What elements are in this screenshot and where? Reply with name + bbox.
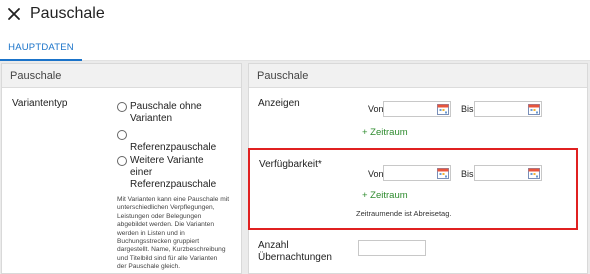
radio-button[interactable] <box>117 156 127 166</box>
anzeigen-bis-label: Bis <box>461 104 474 114</box>
radio-option-further-variant[interactable]: Weitere Variante <box>117 155 204 167</box>
help-line: der Pauschale gleich. <box>117 263 181 271</box>
tab-bar: HAUPTDATEN <box>0 34 590 61</box>
radio-label-continued: Referenzpauschale <box>130 179 217 190</box>
help-line: Mit Varianten kann eine Pauschale mit <box>117 196 230 203</box>
close-button[interactable] <box>6 6 22 22</box>
help-line: werden in Listen und in <box>117 229 185 237</box>
help-line: und Titelbild sind für alle Varianten <box>117 254 218 262</box>
help-line: Leistungen oder Belegungen <box>117 212 202 220</box>
nights-label-continued: Übernachtungen <box>258 252 332 263</box>
nights-label: Anzahl <box>258 240 289 251</box>
radio-label: Pauschale ohne <box>130 101 202 112</box>
left-panel-header: Pauschale <box>2 64 241 88</box>
availability-add-period-link[interactable]: + Zeitraum <box>362 190 408 201</box>
anzeigen-label: Anzeigen <box>258 98 300 109</box>
tab-hauptdaten[interactable]: HAUPTDATEN <box>0 34 82 61</box>
calendar-icon[interactable] <box>528 167 540 179</box>
radio-label-continued: Varianten <box>130 113 173 124</box>
close-icon[interactable] <box>6 6 22 22</box>
help-line: abgebildet werden. Die Varianten <box>117 221 215 229</box>
radio-button[interactable] <box>117 102 127 112</box>
anzeigen-add-period-link[interactable]: + Zeitraum <box>362 127 408 138</box>
availability-note: Zeitraumende ist Abreisetag. <box>356 209 452 218</box>
variant-help-text: Mit Varianten kann eine Pauschale mit un… <box>117 196 239 272</box>
calendar-icon[interactable] <box>528 103 540 115</box>
radio-label-continued: einer <box>130 167 153 178</box>
help-line: unterschiedlichen Verpflegungen, <box>117 204 215 212</box>
calendar-icon[interactable] <box>437 167 449 179</box>
nights-input[interactable] <box>358 240 426 256</box>
radio-option-no-variants[interactable]: Pauschale ohne <box>117 101 202 113</box>
availability-bis-label: Bis <box>461 169 474 179</box>
radio-label: Weitere Variante <box>130 155 204 166</box>
radio-label: Referenzpauschale <box>130 142 217 153</box>
variant-type-label: Variantentyp <box>12 98 68 109</box>
availability-label: Verfügbarkeit* <box>259 159 322 170</box>
radio-option-reference[interactable] <box>117 129 127 140</box>
calendar-icon[interactable] <box>437 103 449 115</box>
help-line: Buchungsstrecken gruppiert <box>117 238 200 246</box>
anzeigen-von-label: Von <box>368 104 384 114</box>
title-bar: Pauschale <box>0 0 590 34</box>
right-panel-header: Pauschale <box>249 64 587 88</box>
page-title: Pauschale <box>30 5 105 22</box>
availability-von-label: Von <box>368 169 384 179</box>
radio-button[interactable] <box>117 130 127 140</box>
help-line: dargestellt. Name, Kurzbeschreibung <box>117 246 226 254</box>
